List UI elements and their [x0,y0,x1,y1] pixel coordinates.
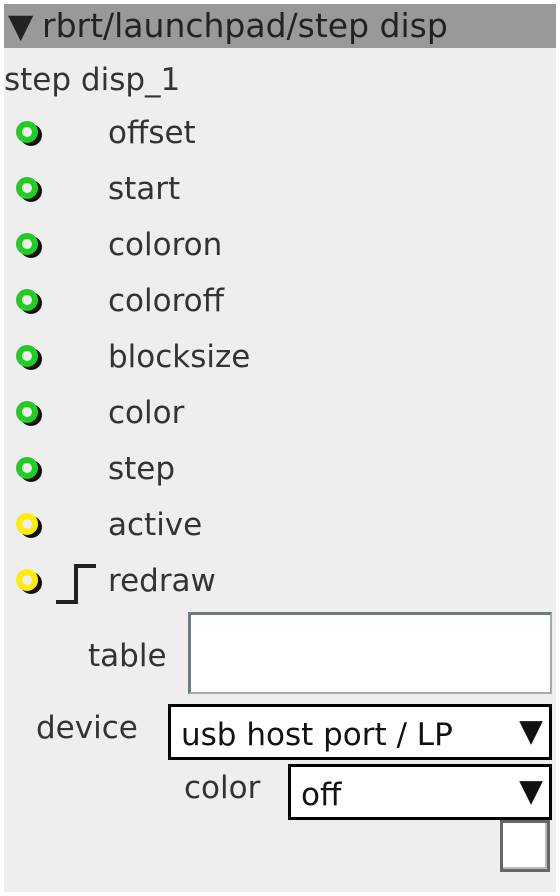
port-status-icon[interactable] [16,289,38,311]
port-row-redraw: redraw [4,556,556,612]
port-status-icon[interactable] [16,401,38,423]
port-status-icon[interactable] [16,177,38,199]
port-label: coloroff [108,283,224,319]
port-row-offset: offset [4,108,556,164]
port-row-active: active [4,500,556,556]
table-field[interactable] [188,612,552,694]
device-selected-value: usb host port / LP [181,717,453,753]
port-row-color: color [4,388,556,444]
dropdown-arrow-icon: ▼ [515,771,543,811]
port-row-coloron: coloron [4,220,556,276]
device-dropdown[interactable]: usb host port / LP ▼ [168,704,552,760]
color-label: color [184,770,261,806]
step-function-icon [56,564,96,604]
port-row-start: start [4,164,556,220]
color-dropdown[interactable]: off ▼ [288,764,552,820]
port-status-icon[interactable] [16,513,38,535]
port-status-icon[interactable] [16,233,38,255]
object-titlebar[interactable]: ▼ rbrt/launchpad/step disp [4,4,556,48]
port-row-coloroff: coloroff [4,276,556,332]
object-instance-name[interactable]: step disp_1 [4,60,180,100]
port-label: redraw [108,563,216,599]
toggle-checkbox[interactable] [500,820,550,872]
port-row-step: step [4,444,556,500]
collapse-triangle-icon[interactable]: ▼ [8,4,33,48]
port-label: step [108,451,176,487]
port-label: coloron [108,227,223,263]
port-status-icon[interactable] [16,121,38,143]
port-status-icon[interactable] [16,457,38,479]
port-label: start [108,171,181,207]
port-status-icon[interactable] [16,345,38,367]
port-label: color [108,395,185,431]
dropdown-arrow-icon: ▼ [515,711,543,751]
port-status-icon[interactable] [16,569,38,591]
device-label: device [36,710,138,746]
port-label: offset [108,115,196,151]
port-label: active [108,507,203,543]
object-title: rbrt/launchpad/step disp [42,6,448,45]
object-panel: ▼ rbrt/launchpad/step disp step disp_1 o… [4,4,556,892]
table-label: table [88,638,167,674]
port-label: blocksize [108,339,251,375]
port-row-blocksize: blocksize [4,332,556,388]
color-selected-value: off [301,777,342,813]
